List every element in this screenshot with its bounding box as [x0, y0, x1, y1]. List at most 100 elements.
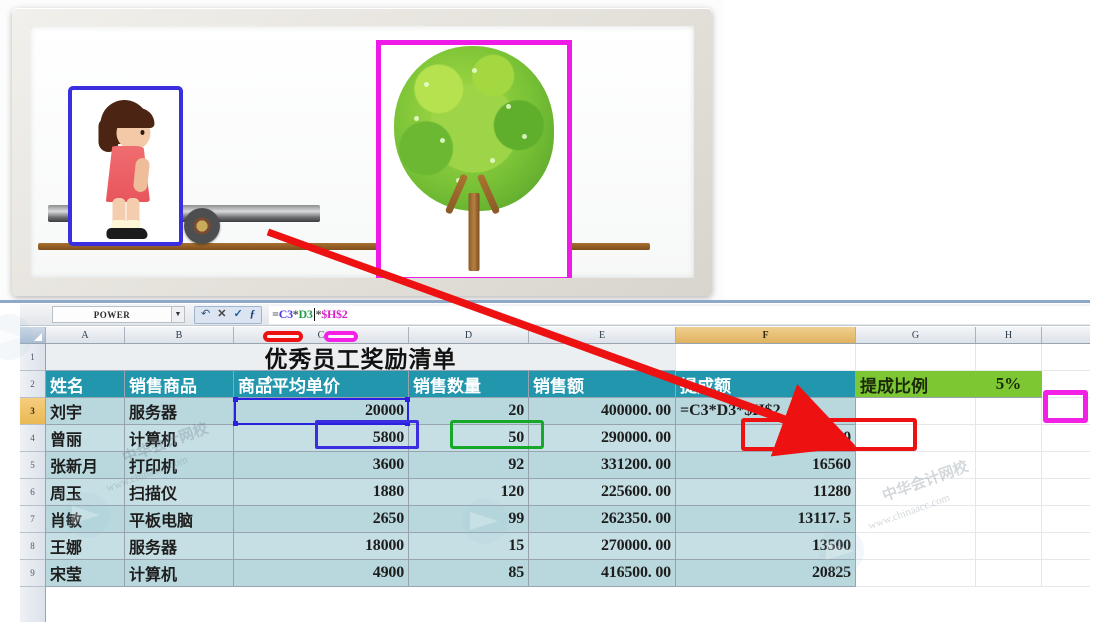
cell-i2[interactable]: [1042, 371, 1096, 398]
cell-d6-qty[interactable]: 120: [409, 479, 529, 506]
cell-i7[interactable]: [1042, 506, 1096, 533]
cell-a3-name[interactable]: 刘宇: [46, 398, 125, 425]
cell-f7-commission[interactable]: 13117. 5: [676, 506, 856, 533]
cell-c6-price[interactable]: 1880: [234, 479, 409, 506]
cell-a6-name[interactable]: 周玉: [46, 479, 125, 506]
cell-h5[interactable]: [976, 452, 1042, 479]
cell-h7[interactable]: [976, 506, 1042, 533]
cell-g1[interactable]: [856, 344, 976, 371]
cell-c8-price[interactable]: 18000: [234, 533, 409, 560]
cell-b8-product[interactable]: 服务器: [125, 533, 234, 560]
cell-a5-name[interactable]: 张新月: [46, 452, 125, 479]
cell-e3-amount[interactable]: 400000. 00: [529, 398, 676, 425]
column-header-g[interactable]: G: [856, 327, 976, 343]
row-header-3[interactable]: 3: [20, 398, 45, 425]
cell-c7-price[interactable]: 2650: [234, 506, 409, 533]
cell-b4-product[interactable]: 计算机: [125, 425, 234, 452]
cell-h6[interactable]: [976, 479, 1042, 506]
cell-f6-commission[interactable]: 11280: [676, 479, 856, 506]
cell-f8-commission[interactable]: 13500: [676, 533, 856, 560]
column-header-d[interactable]: D: [409, 327, 529, 343]
cell-c2-header-price[interactable]: 商品平均单价: [234, 371, 409, 398]
cell-f2-header-commission[interactable]: 提成额: [676, 371, 856, 398]
row-header-8[interactable]: 8: [20, 533, 45, 560]
select-all-corner[interactable]: [20, 327, 46, 343]
cell-h4[interactable]: [976, 425, 1042, 452]
cell-c9-price[interactable]: 4900: [234, 560, 409, 587]
insert-function-icon[interactable]: ƒ: [250, 309, 256, 320]
cell-b3-product[interactable]: 服务器: [125, 398, 234, 425]
cell-a7-name[interactable]: 肖敏: [46, 506, 125, 533]
cell-d4-qty[interactable]: 50: [409, 425, 529, 452]
row-header-7[interactable]: 7: [20, 506, 45, 533]
cell-g6[interactable]: [856, 479, 976, 506]
cell-b7-product[interactable]: 平板电脑: [125, 506, 234, 533]
column-header-e[interactable]: E: [529, 327, 676, 343]
cell-b2-header-product[interactable]: 销售商品: [125, 371, 234, 398]
cell-e2-header-amount[interactable]: 销售额: [529, 371, 676, 398]
cancel-formula-icon[interactable]: ✕: [217, 309, 226, 320]
cell-i1[interactable]: [1042, 344, 1096, 371]
cell-b9-product[interactable]: 计算机: [125, 560, 234, 587]
cell-e4-amount[interactable]: 290000. 00: [529, 425, 676, 452]
cell-b6-product[interactable]: 扫描仪: [125, 479, 234, 506]
cell-f9-commission[interactable]: 20825: [676, 560, 856, 587]
cell-i6[interactable]: [1042, 479, 1096, 506]
column-header-h[interactable]: H: [976, 327, 1042, 343]
cell-a9-name[interactable]: 宋莹: [46, 560, 125, 587]
cell-i3[interactable]: [1042, 398, 1096, 425]
column-header-b[interactable]: B: [125, 327, 234, 343]
row-header-5[interactable]: 5: [20, 452, 45, 479]
cell-d9-qty[interactable]: 85: [409, 560, 529, 587]
cell-title[interactable]: 优秀员工奖励清单: [46, 344, 676, 371]
cell-i5[interactable]: [1042, 452, 1096, 479]
cell-e7-amount[interactable]: 262350. 00: [529, 506, 676, 533]
cell-g9[interactable]: [856, 560, 976, 587]
cell-h2-commission-ratio-value[interactable]: 5%: [976, 371, 1042, 398]
row-header-6[interactable]: 6: [20, 479, 45, 506]
column-header-c[interactable]: C: [234, 327, 409, 343]
cell-a8-name[interactable]: 王娜: [46, 533, 125, 560]
cell-f3-formula[interactable]: =C3*D3*$H$2: [676, 398, 856, 425]
cell-g7[interactable]: [856, 506, 976, 533]
cell-e5-amount[interactable]: 331200. 00: [529, 452, 676, 479]
cell-h8[interactable]: [976, 533, 1042, 560]
cell-g3[interactable]: [856, 398, 976, 425]
column-header-f[interactable]: F: [676, 327, 856, 343]
cell-h3[interactable]: [976, 398, 1042, 425]
row-header-1[interactable]: 1: [20, 344, 45, 371]
cell-f1[interactable]: [676, 344, 856, 371]
cell-e6-amount[interactable]: 225600. 00: [529, 479, 676, 506]
cell-h1[interactable]: [976, 344, 1042, 371]
cell-f5-commission[interactable]: 16560: [676, 452, 856, 479]
cell-d7-qty[interactable]: 99: [409, 506, 529, 533]
cell-c3-price[interactable]: 20000: [234, 398, 409, 425]
cell-i4[interactable]: [1042, 425, 1096, 452]
cell-g4[interactable]: [856, 425, 976, 452]
cell-d3-qty[interactable]: 20: [409, 398, 529, 425]
cell-e8-amount[interactable]: 270000. 00: [529, 533, 676, 560]
formula-input[interactable]: = C3 * D3 * $H$2: [269, 305, 1096, 324]
cell-i9[interactable]: [1042, 560, 1096, 587]
cell-f4-commission[interactable]: 14500: [676, 425, 856, 452]
cell-d5-qty[interactable]: 92: [409, 452, 529, 479]
undo-icon[interactable]: ↶: [201, 309, 210, 320]
cell-i8[interactable]: [1042, 533, 1096, 560]
cell-e9-amount[interactable]: 416500. 00: [529, 560, 676, 587]
name-box[interactable]: POWER: [52, 306, 172, 323]
move-handle-icon[interactable]: ✥: [262, 374, 275, 387]
cell-a2-header-name[interactable]: 姓名: [46, 371, 125, 398]
cell-d8-qty[interactable]: 15: [409, 533, 529, 560]
row-header-2[interactable]: 2: [20, 371, 45, 398]
cell-d2-header-qty[interactable]: 销售数量: [409, 371, 529, 398]
cell-g5[interactable]: [856, 452, 976, 479]
column-header-a[interactable]: A: [46, 327, 125, 343]
confirm-formula-icon[interactable]: ✓: [233, 309, 242, 320]
cell-c5-price[interactable]: 3600: [234, 452, 409, 479]
cell-g2-commission-ratio-label[interactable]: 提成比例: [856, 371, 976, 398]
cell-a4-name[interactable]: 曾丽: [46, 425, 125, 452]
name-box-dropdown-icon[interactable]: ▼: [172, 306, 185, 323]
cell-h9[interactable]: [976, 560, 1042, 587]
cell-b5-product[interactable]: 打印机: [125, 452, 234, 479]
row-header-9[interactable]: 9: [20, 560, 45, 587]
